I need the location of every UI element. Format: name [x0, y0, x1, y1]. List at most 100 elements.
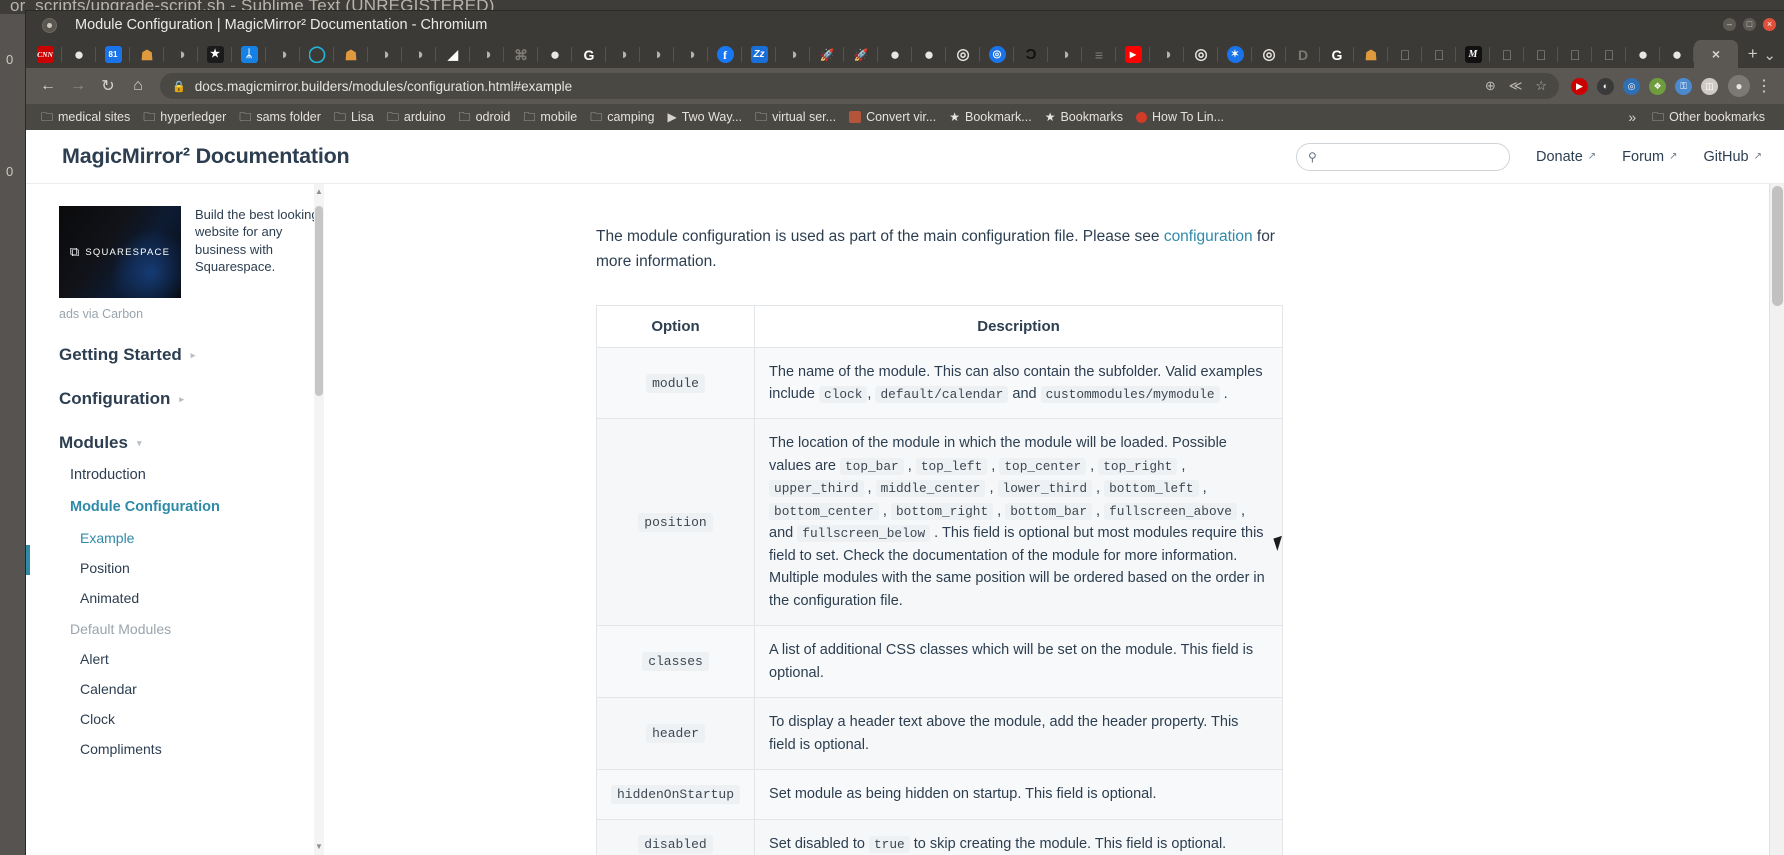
- minimize-button[interactable]: –: [1723, 18, 1736, 31]
- dark-extension-icon[interactable]: ◐: [1593, 74, 1618, 99]
- bookmark-item[interactable]: 🗀 medical sites: [35, 108, 136, 126]
- bookmark-item[interactable]: 🗀 Lisa: [328, 108, 380, 126]
- chevron-right-icon[interactable]: ▸: [191, 350, 196, 361]
- sidebar-item-clock[interactable]: Clock: [59, 704, 325, 734]
- sidebar-item-position[interactable]: Position: [59, 553, 325, 583]
- browser-tab[interactable]: ◑: [402, 41, 436, 68]
- browser-tab[interactable]: ◑: [674, 41, 708, 68]
- browser-tab[interactable]: 🚀: [810, 41, 844, 68]
- puzzle-extension-icon[interactable]: ❖: [1645, 74, 1670, 99]
- sidebar-section-getting-started[interactable]: Getting Started ▸: [59, 345, 325, 365]
- scroll-up-arrow[interactable]: ▲: [314, 186, 324, 198]
- browser-tab[interactable]: : [1490, 41, 1524, 68]
- sidebar-item-calendar[interactable]: Calendar: [59, 674, 325, 704]
- reload-button[interactable]: ↻: [94, 72, 122, 100]
- chrome-menu-button[interactable]: ⋮: [1752, 76, 1776, 96]
- browser-tab[interactable]: ●: [1660, 41, 1694, 68]
- bookmark-item[interactable]: 🗀 odroid: [453, 108, 517, 126]
- chevron-right-icon[interactable]: ▸: [179, 394, 184, 405]
- bookmark-item[interactable]: How To Lin...: [1130, 108, 1230, 126]
- browser-tab[interactable]: Ɔ: [1014, 41, 1048, 68]
- bookmark-item[interactable]: ★ Bookmark...: [943, 108, 1037, 126]
- address-bar[interactable]: 🔒 docs.magicmirror.builders/modules/conf…: [160, 73, 1559, 99]
- header-link-donate[interactable]: Donate ↗: [1536, 149, 1596, 165]
- browser-tab[interactable]: M: [1456, 41, 1490, 68]
- configuration-link[interactable]: configuration: [1164, 228, 1253, 245]
- browser-tab[interactable]: ★: [198, 41, 232, 68]
- bookmark-item[interactable]: 🗀 virtual ser...: [749, 108, 842, 126]
- sidebar-item-alert[interactable]: Alert: [59, 644, 325, 674]
- browser-tab[interactable]: ◑: [606, 41, 640, 68]
- sidebar-item-compliments[interactable]: Compliments: [59, 734, 325, 764]
- bookmarks-overflow-chevron-icon[interactable]: »: [1628, 109, 1636, 125]
- page-scrollbar[interactable]: [1769, 184, 1784, 855]
- bookmark-item[interactable]: 🗀 hyperledger: [137, 108, 232, 126]
- gear-extension-icon[interactable]: ◎: [1619, 74, 1644, 99]
- browser-tab[interactable]: f: [708, 41, 742, 68]
- bookmark-item[interactable]: 🗀 sams folder: [233, 108, 327, 126]
- browser-tab[interactable]: ◑: [640, 41, 674, 68]
- search-box[interactable]: ⚲: [1296, 142, 1511, 171]
- share-icon[interactable]: ≪: [1509, 78, 1523, 94]
- bookmark-item[interactable]: 🗀 camping: [584, 108, 660, 126]
- browser-tab[interactable]: ◑: [1048, 41, 1082, 68]
- bookmark-item[interactable]: 🗀 arduino: [381, 108, 452, 126]
- tabstrip-overflow[interactable]: ⌄: [1763, 46, 1782, 68]
- browser-tab[interactable]: ✶: [1218, 41, 1252, 68]
- avatar[interactable]: ●: [1728, 75, 1750, 97]
- sidebar-item-animated[interactable]: Animated: [59, 583, 325, 613]
- browser-tab[interactable]: G: [1320, 41, 1354, 68]
- bookmark-item[interactable]: Convert vir...: [843, 108, 942, 126]
- browser-tab[interactable]: ◎: [1184, 41, 1218, 68]
- browser-tab[interactable]: ●: [538, 41, 572, 68]
- browser-tab[interactable]: ●: [912, 41, 946, 68]
- sidepanel-icon[interactable]: ◫: [1697, 74, 1722, 99]
- bookmark-item[interactable]: ▶ Two Way...: [661, 108, 748, 126]
- browser-tab[interactable]: ◑: [266, 41, 300, 68]
- sidebar-item-example[interactable]: Example: [59, 523, 325, 553]
- sidebar-section-modules[interactable]: Modules ▾: [59, 433, 325, 453]
- browser-tab[interactable]: : [1524, 41, 1558, 68]
- browser-tab[interactable]: 🚀: [844, 41, 878, 68]
- forward-button[interactable]: →: [64, 72, 92, 100]
- bookmark-star-icon[interactable]: ☆: [1535, 78, 1547, 94]
- chevron-down-icon[interactable]: ▾: [137, 438, 142, 449]
- browser-tab[interactable]: ◯: [300, 41, 334, 68]
- sidebar-scrollbar-thumb[interactable]: [315, 206, 323, 396]
- sidebar-scrollbar[interactable]: ▲ ▼: [314, 184, 324, 855]
- browser-tab[interactable]: ◑: [470, 41, 504, 68]
- browser-tab[interactable]: ◑: [164, 41, 198, 68]
- sidebar-item-module-configuration[interactable]: Module Configuration: [59, 491, 325, 523]
- browser-tab[interactable]: D: [1286, 41, 1320, 68]
- browser-tab[interactable]: : [1422, 41, 1456, 68]
- zoom-icon[interactable]: ⊕: [1485, 78, 1496, 94]
- browser-tab[interactable]: G: [572, 41, 606, 68]
- browser-tab[interactable]: ●: [1626, 41, 1660, 68]
- key-extension-icon[interactable]: ⚿: [1671, 74, 1696, 99]
- back-button[interactable]: ←: [34, 72, 62, 100]
- other-bookmarks-folder[interactable]: 🗀 Other bookmarks: [1646, 108, 1771, 126]
- browser-tab[interactable]: Zz: [742, 41, 776, 68]
- carbon-ad[interactable]: ⧉ SQUARESPACE Build the best looking web…: [59, 206, 325, 298]
- sidebar-section-configuration[interactable]: Configuration ▸: [59, 389, 325, 409]
- browser-tab[interactable]: ᛦ: [232, 41, 266, 68]
- close-icon[interactable]: ×: [1708, 46, 1725, 63]
- maximize-button[interactable]: □: [1743, 18, 1756, 31]
- scroll-down-arrow[interactable]: ▼: [314, 841, 324, 853]
- search-input[interactable]: [1323, 148, 1499, 165]
- sidebar-item-introduction[interactable]: Introduction: [59, 459, 325, 491]
- browser-tab[interactable]: ◎: [980, 41, 1014, 68]
- browser-tab[interactable]: ☗: [130, 41, 164, 68]
- browser-tab[interactable]: 81: [96, 41, 130, 68]
- browser-tab[interactable]: : [1388, 41, 1422, 68]
- browser-tab[interactable]: ●: [62, 41, 96, 68]
- browser-tab[interactable]: ◎: [1252, 41, 1286, 68]
- bookmark-item[interactable]: 🗀 mobile: [517, 108, 583, 126]
- ad-image[interactable]: ⧉ SQUARESPACE: [59, 206, 181, 298]
- header-link-forum[interactable]: Forum ↗: [1622, 149, 1677, 165]
- browser-tab[interactable]: CNN: [28, 41, 62, 68]
- browser-tab[interactable]: : [1592, 41, 1626, 68]
- close-window-button[interactable]: ×: [1763, 18, 1776, 31]
- browser-tab[interactable]: ⌘: [504, 41, 538, 68]
- browser-tab[interactable]: ◢: [436, 41, 470, 68]
